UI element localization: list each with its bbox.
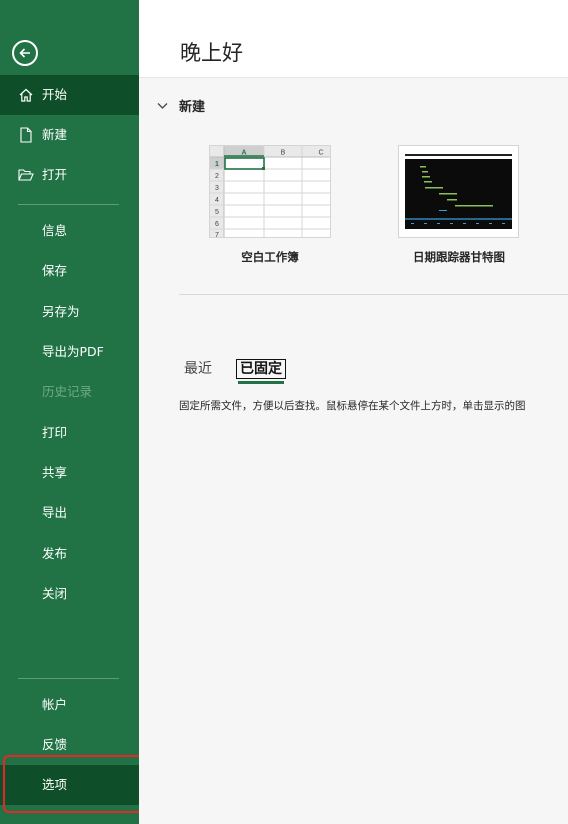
- sidebar-item-label: 信息: [42, 223, 68, 238]
- sidebar-item-label: 另存为: [42, 304, 80, 319]
- sidebar-item-share[interactable]: 共享: [0, 453, 139, 493]
- open-folder-icon: [17, 167, 35, 183]
- back-button[interactable]: [12, 40, 38, 66]
- sidebar-item-feedback[interactable]: 反馈: [0, 725, 139, 765]
- tab-recent[interactable]: 最近: [184, 359, 212, 379]
- template-name: 空白工作簿: [241, 250, 299, 264]
- sidebar-item-label: 新建: [42, 127, 68, 142]
- column-header: C: [318, 150, 323, 157]
- sidebar-item-label: 保存: [42, 263, 68, 278]
- sidebar-item-label: 共享: [42, 465, 68, 480]
- pinned-description: 固定所需文件，方便以后查找。鼠标悬停在某个文件上方时，单击显示的图: [179, 400, 526, 412]
- sidebar-item-label: 历史记录: [42, 384, 93, 399]
- backstage-sidebar: 开始 新建 打开 信息 保存 另存为 导出为PDF 历史记录 打印 共享 导出 …: [0, 0, 139, 824]
- sidebar-item-home[interactable]: 开始: [0, 75, 139, 115]
- sidebar-item-label: 帐户: [42, 697, 68, 712]
- sidebar-item-save[interactable]: 保存: [0, 251, 139, 291]
- sidebar-item-account[interactable]: 帐户: [0, 685, 139, 725]
- tab-pinned[interactable]: 已固定: [236, 359, 286, 379]
- sidebar-item-label: 关闭: [42, 586, 68, 601]
- sidebar-divider: [18, 204, 119, 205]
- page-title: 晚上好: [180, 41, 243, 65]
- new-file-icon: [17, 127, 35, 143]
- sidebar-item-open[interactable]: 打开: [0, 155, 139, 195]
- column-header: A: [241, 150, 246, 157]
- sidebar-item-print[interactable]: 打印: [0, 413, 139, 453]
- row-header: 5: [215, 209, 219, 216]
- sidebar-item-options[interactable]: 选项: [0, 765, 139, 805]
- header-divider: [139, 77, 568, 78]
- column-header: B: [281, 150, 286, 157]
- row-header: 1: [215, 161, 219, 168]
- sidebar-item-label: 开始: [42, 87, 68, 102]
- sidebar-item-save-as[interactable]: 另存为: [0, 292, 139, 332]
- row-header: 4: [215, 197, 219, 204]
- sidebar-item-history: 历史记录: [0, 372, 139, 412]
- sidebar-item-label: 打开: [42, 167, 68, 182]
- chevron-down-icon: [155, 99, 169, 113]
- sidebar-item-label: 导出为PDF: [42, 344, 104, 359]
- sidebar-item-label: 打印: [42, 425, 68, 440]
- blank-workbook-thumbnail: A B C 1 2 3 4 5 6 7: [209, 145, 331, 239]
- sidebar-item-label: 反馈: [42, 737, 68, 752]
- sidebar-item-label: 发布: [42, 546, 68, 561]
- sidebar-item-close[interactable]: 关闭: [0, 574, 139, 614]
- sidebar-item-publish[interactable]: 发布: [0, 534, 139, 574]
- new-section-title: 新建: [179, 100, 206, 115]
- row-header: 7: [215, 232, 219, 237]
- tab-active-indicator: [238, 381, 284, 384]
- home-icon: [17, 87, 35, 103]
- gantt-thumbnail: [398, 145, 519, 238]
- sidebar-item-new[interactable]: 新建: [0, 115, 139, 155]
- sidebar-item-label: 选项: [42, 777, 68, 792]
- sidebar-item-label: 导出: [42, 505, 68, 520]
- sidebar-item-export-pdf[interactable]: 导出为PDF: [0, 332, 139, 372]
- sidebar-item-export[interactable]: 导出: [0, 493, 139, 533]
- row-header: 2: [215, 173, 219, 180]
- row-header: 3: [215, 185, 219, 192]
- new-section-toggle[interactable]: 新建: [155, 96, 205, 115]
- section-divider: [179, 294, 568, 295]
- sidebar-divider: [18, 678, 119, 679]
- sidebar-item-info[interactable]: 信息: [0, 211, 139, 251]
- row-header: 6: [215, 221, 219, 228]
- template-name: 日期跟踪器甘特图: [413, 250, 505, 264]
- back-arrow-icon: [19, 48, 30, 58]
